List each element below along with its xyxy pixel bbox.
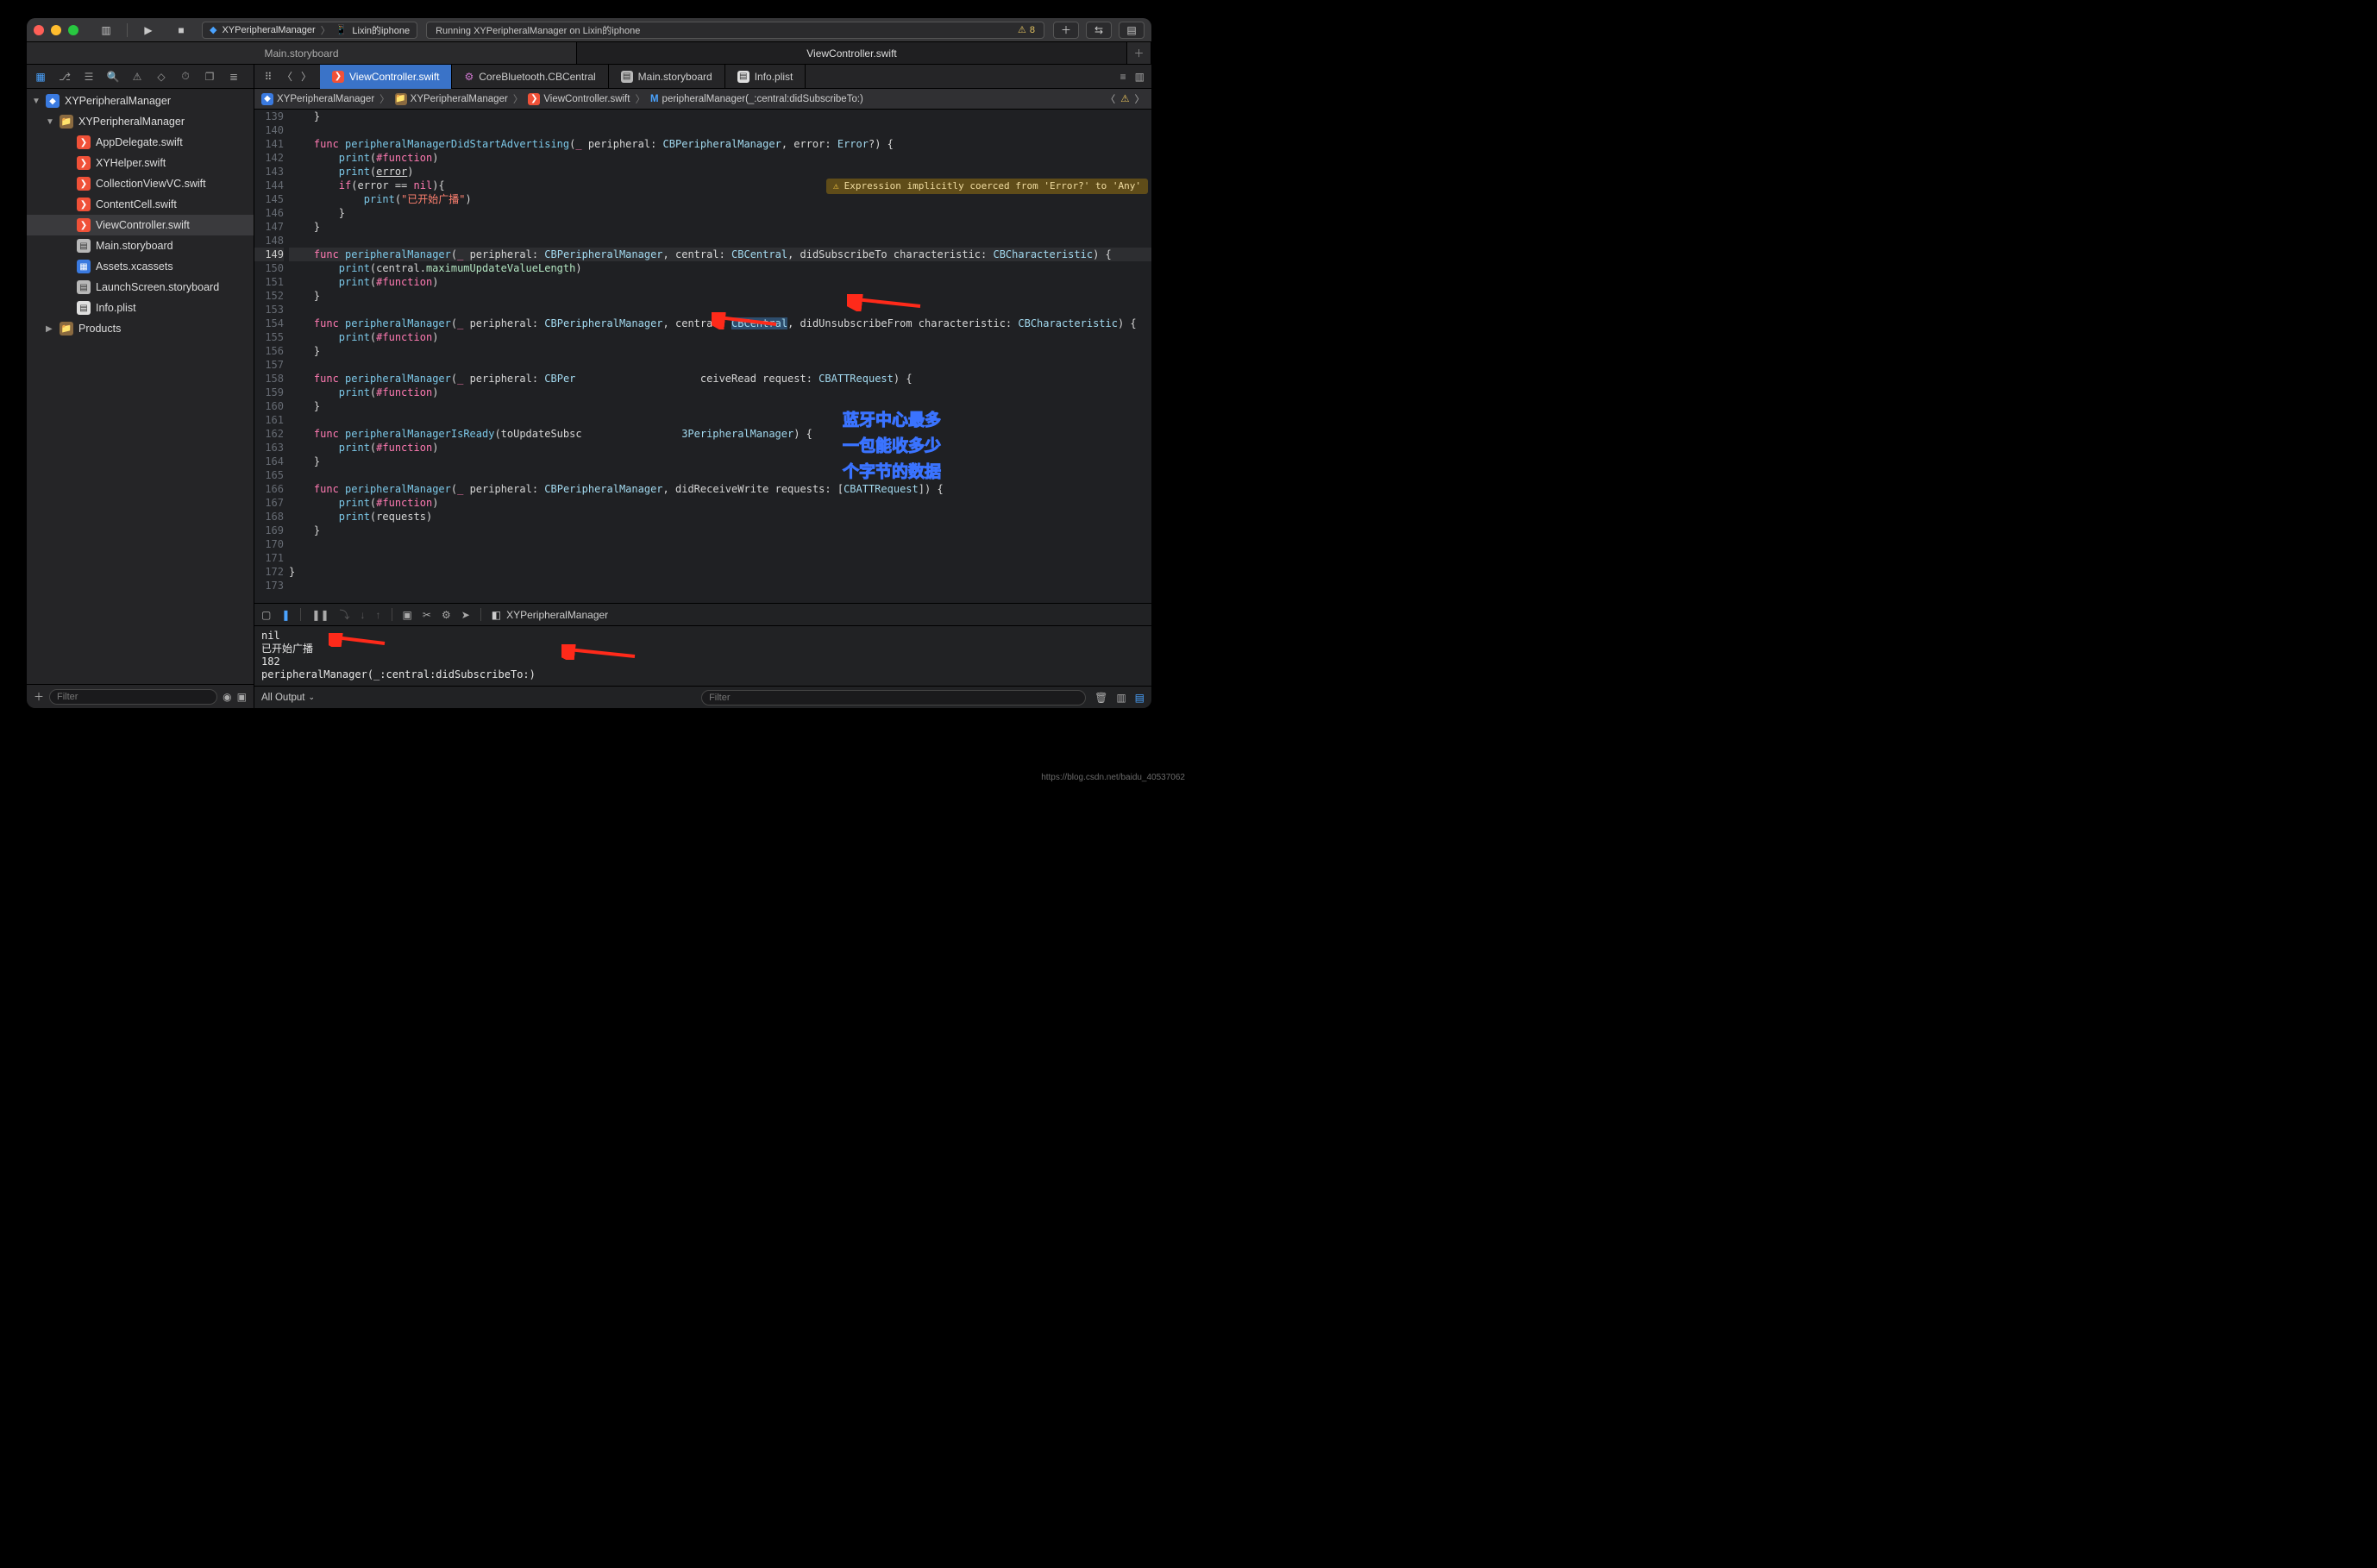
navigator: ▦ ⎇ ☰ 🔍 ⚠ ◇ ⏱ ❐ ≣ ▼◆XYPeripheralManager … [27,65,254,708]
project-navigator-icon[interactable]: ▦ [34,70,47,84]
add-file-button[interactable]: ＋ [34,689,44,704]
scheme-selector[interactable]: ◆ XYPeripheralManager 〉 📱 Lixin的iphone [202,22,417,39]
titlebar: ▥ ▶ ■ ◆ XYPeripheralManager 〉 📱 Lixin的ip… [27,18,1151,42]
warning-triangle-icon: ⚠ [833,179,839,193]
memory-graph-button[interactable]: ✂ [423,609,431,621]
view-debug-button[interactable]: ▣ [403,609,412,621]
window-tab-storyboard[interactable]: Main.storyboard [27,42,577,64]
environment-overrides-button[interactable]: ⚙ [442,609,451,621]
editor-options-icon[interactable]: ≡ [1120,71,1126,83]
close-window[interactable] [34,25,44,35]
status-text: Running XYPeripheralManager on Lixin的iph… [436,23,640,37]
inline-warning-banner[interactable]: ⚠ Expression implicitly coerced from 'Er… [826,179,1148,194]
zoom-window[interactable] [68,25,78,35]
file-collectionviewvc[interactable]: ❯CollectionViewVC.swift [27,173,254,194]
file-viewcontroller[interactable]: ❯ViewController.swift [27,215,254,235]
related-items-icon[interactable]: ⠿ [260,69,277,84]
file-assets[interactable]: ▦Assets.xcassets [27,256,254,277]
warning-count: 8 [1030,25,1035,35]
code-editor[interactable]: 1391401411421431441451461471481491501511… [254,110,1151,603]
main-body: ▦ ⎇ ☰ 🔍 ⚠ ◇ ⏱ ❐ ≣ ▼◆XYPeripheralManager … [27,65,1151,708]
nav-forward-button[interactable]: 〉 [298,69,315,84]
watermark: https://blog.csdn.net/baidu_40537062 [1041,773,1185,782]
editor-area: ⠿ 〈 〉 ❯ViewController.swift ⚙CoreBluetoo… [254,65,1151,708]
editor-tabs: ❯ViewController.swift ⚙CoreBluetooth.CBC… [320,65,1113,89]
source-control-navigator-icon[interactable]: ⎇ [58,70,72,84]
file-tree[interactable]: ▼◆XYPeripheralManager ▼📁XYPeripheralMana… [27,89,254,684]
prev-issue-button[interactable]: 〈 [1106,92,1116,106]
debug-bottom-bar: All Output ⌄ 🗑 ▥ ▤ [254,686,1151,708]
xcode-window: ▥ ▶ ■ ◆ XYPeripheralManager 〉 📱 Lixin的ip… [27,18,1151,708]
activity-status[interactable]: Running XYPeripheralManager on Lixin的iph… [426,22,1044,39]
toggle-console-view-button[interactable]: ▤ [1135,692,1145,704]
step-into-button[interactable]: ↓ [361,609,366,621]
step-out-button[interactable]: ↑ [376,609,381,621]
issue-navigator-icon[interactable]: ⚠ [130,70,144,84]
clear-console-button[interactable]: 🗑 [1094,692,1107,704]
chevron-updown-icon: ⌄ [309,693,316,702]
group-folder[interactable]: ▼📁XYPeripheralManager [27,111,254,132]
file-mainstoryboard[interactable]: ▤Main.storyboard [27,235,254,256]
warnings-indicator[interactable]: ⚠ 8 [1018,24,1035,35]
scheme-device: Lixin的iphone [352,23,410,37]
navigator-bottom: ＋ ◉ ▣ [27,684,254,708]
debug-navigator-icon[interactable]: ⏱ [179,70,192,84]
toggle-sidebar-button[interactable]: ▥ [94,22,118,39]
toggle-inspector-button[interactable]: ▤ [1119,22,1145,39]
editor-tabbar: ⠿ 〈 〉 ❯ViewController.swift ⚙CoreBluetoo… [254,65,1151,89]
toolbar-right: ＋ ⇆ ▤ [1053,22,1145,39]
symbol-navigator-icon[interactable]: ☰ [82,70,96,84]
nav-back-button[interactable]: 〈 [279,69,296,84]
navigator-tabbar: ▦ ⎇ ☰ 🔍 ⚠ ◇ ⏱ ❐ ≣ [27,65,254,89]
editor-tab-storyboard[interactable]: ▤Main.storyboard [609,65,725,89]
editor-tab-viewcontroller[interactable]: ❯ViewController.swift [320,65,452,89]
jump-bar-warning-icon[interactable]: ⚠ [1120,92,1129,106]
next-issue-button[interactable]: 〉 [1135,92,1145,106]
navigator-filter-input[interactable] [49,689,217,705]
file-infoplist[interactable]: ▤Info.plist [27,298,254,318]
window-controls [34,25,78,35]
file-xyhelper[interactable]: ❯XYHelper.swift [27,153,254,173]
project-root[interactable]: ▼◆XYPeripheralManager [27,91,254,111]
toggle-variables-view-button[interactable]: ▥ [1116,692,1126,704]
console-output-selector[interactable]: All Output ⌄ [261,693,315,703]
window-tab-viewcontroller[interactable]: ViewController.swift [577,42,1127,64]
stop-button[interactable]: ■ [169,22,193,39]
app-icon: ◧ [492,609,501,621]
breakpoint-navigator-icon[interactable]: ❐ [203,70,216,84]
scm-filter-button[interactable]: ▣ [237,691,247,703]
window-tabs: Main.storyboard ViewController.swift ＋ [27,42,1151,65]
scheme-project: XYPeripheralManager [222,25,315,35]
step-over-button[interactable]: ⤵ [340,607,350,622]
recent-filter-button[interactable]: ◉ [223,691,231,703]
debug-target[interactable]: ◧ XYPeripheralManager [492,609,608,621]
warning-triangle-icon: ⚠ [1018,24,1026,35]
debug-console[interactable]: nil 已开始广播 182 peripheralManager(_:centra… [254,626,1151,686]
editor-tab-infoplist[interactable]: ▤Info.plist [725,65,806,89]
editor-tab-cbcentral[interactable]: ⚙CoreBluetooth.CBCentral [452,65,608,89]
file-launchscreen[interactable]: ▤LaunchScreen.storyboard [27,277,254,298]
minimize-window[interactable] [51,25,61,35]
window-tab-add[interactable]: ＋ [1127,42,1151,64]
code-review-button[interactable]: ⇆ [1086,22,1112,39]
add-editor-icon[interactable]: ▥ [1135,71,1145,83]
console-filter-input[interactable] [701,690,1086,706]
products-folder[interactable]: ▶📁Products [27,318,254,339]
file-appdelegate[interactable]: ❯AppDelegate.swift [27,132,254,153]
run-button[interactable]: ▶ [136,22,160,39]
find-navigator-icon[interactable]: 🔍 [106,70,120,84]
toggle-debug-area-button[interactable]: ▢ [261,609,271,621]
file-contentcell[interactable]: ❯ContentCell.swift [27,194,254,215]
pause-continue-button[interactable]: ❚❚ [311,609,329,621]
simulate-location-button[interactable]: ➤ [461,609,470,621]
breakpoint-toggle-button[interactable]: ❚ [281,609,290,621]
add-button[interactable]: ＋ [1053,22,1079,39]
line-gutter: 1391401411421431441451461471481491501511… [254,110,289,603]
report-navigator-icon[interactable]: ≣ [227,70,241,84]
jump-bar[interactable]: ◆XYPeripheralManager 〉 📁XYPeripheralMana… [254,89,1151,110]
test-navigator-icon[interactable]: ◇ [154,70,168,84]
inline-warning-text: Expression implicitly coerced from 'Erro… [844,179,1141,193]
debug-area: ▢ ❚ ❚❚ ⤵ ↓ ↑ ▣ ✂ ⚙ ➤ ◧ XYPeripheralManag… [254,603,1151,708]
debug-toolbar: ▢ ❚ ❚❚ ⤵ ↓ ↑ ▣ ✂ ⚙ ➤ ◧ XYPeripheralManag… [254,604,1151,626]
